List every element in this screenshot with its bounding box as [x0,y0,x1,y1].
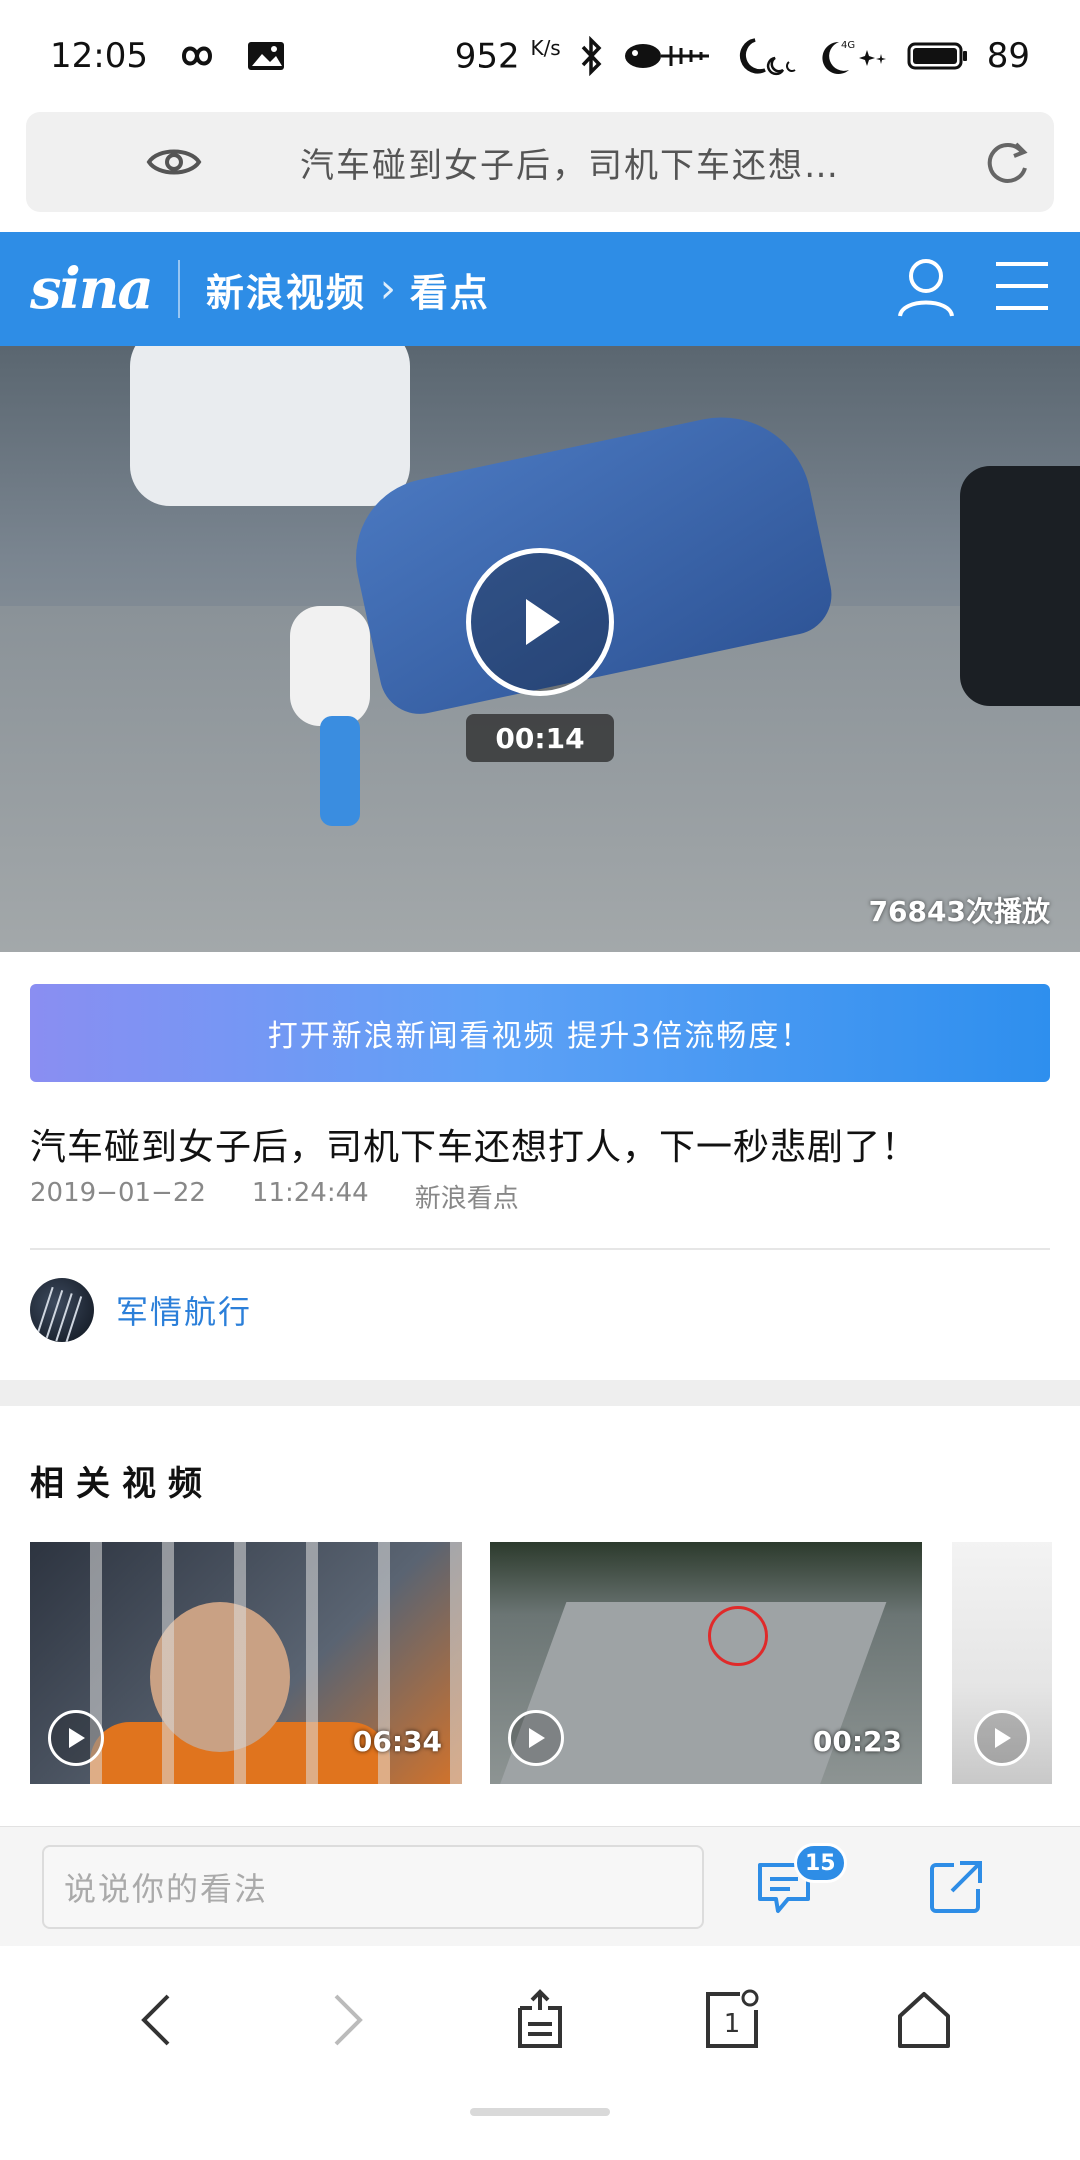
comment-count-badge: 15 [794,1843,847,1883]
play-icon[interactable] [508,1710,564,1766]
share-icon[interactable] [926,1857,986,1921]
play-count: 76843次播放 [868,895,1050,928]
article-source[interactable]: 新浪看点 [415,1178,519,1215]
svg-text:1: 1 [724,2009,741,2039]
user-icon[interactable] [894,254,958,324]
avatar[interactable] [30,1278,94,1342]
header-divider [177,260,180,318]
article-time: 11:24:44 [251,1178,369,1208]
article-date: 2019−01−22 [30,1178,206,1208]
article-title: 汽车碰到女子后，司机下车还想打人，下一秒悲剧了！ [30,1127,919,1168]
author-row[interactable]: 军情航行 [30,1278,252,1342]
divider [30,1248,1050,1250]
related-video-card[interactable]: 06:34 [30,1542,462,1784]
fish-icon [623,38,713,74]
open-app-banner[interactable]: 打开新浪新闻看视频 提升3倍流畅度！ [30,984,1050,1082]
site-header: sina 新浪视频 › 看点 [0,232,1080,346]
back-icon[interactable] [106,1980,206,2060]
moon-icon [731,36,801,76]
browser-nav: 1 [0,1946,1080,2160]
svg-text:4G: 4G [841,40,855,51]
play-icon[interactable] [974,1710,1030,1766]
related-duration: 06:34 [352,1725,442,1758]
chevron-right-icon: › [379,266,396,312]
tabs-icon[interactable]: 1 [682,1980,782,2060]
infinity-icon [172,41,222,71]
article-meta: 2019−01−22 11:24:44 新浪看点 [30,1178,519,1215]
author-name[interactable]: 军情航行 [116,1287,252,1333]
home-icon[interactable] [874,1980,974,2060]
eye-icon [146,142,202,186]
subsection-title[interactable]: 看点 [410,262,490,317]
url-text[interactable]: 汽车碰到女子后，司机下车还想… [300,138,840,187]
clock: 12:05 [50,36,148,76]
signal-4g-icon: 4G [819,36,889,76]
video-duration: 00:14 [466,714,614,762]
play-icon[interactable] [48,1710,104,1766]
related-video-card[interactable]: 00:23 [490,1542,922,1784]
comment-bar: 说说你的看法 15 [0,1826,1080,1946]
battery-icon [907,40,969,72]
network-speed: 952 K/s [454,35,561,77]
section-separator [0,1380,1080,1406]
forward-icon[interactable] [298,1980,398,2060]
menu-icon[interactable] [994,256,1050,320]
related-video-card[interactable] [952,1542,1052,1784]
video-player[interactable]: 00:14 76843次播放 [0,346,1080,952]
url-bar[interactable]: 汽车碰到女子后，司机下车还想… [26,112,1054,212]
share-tray-icon[interactable] [490,1980,590,2060]
gallery-icon [246,38,286,74]
battery-level: 89 [986,35,1030,76]
sina-logo[interactable]: sina [30,256,154,322]
section-title[interactable]: 新浪视频 [206,262,366,317]
status-bar: 12:05 952 K/s 4G 89 [0,0,1080,112]
home-indicator[interactable] [470,2108,610,2116]
related-duration: 00:23 [812,1725,902,1758]
bluetooth-icon [579,35,605,76]
related-heading: 相关视频 [30,1464,214,1504]
reload-icon[interactable] [982,138,1032,192]
comment-input[interactable]: 说说你的看法 [42,1845,704,1929]
play-button[interactable] [466,548,614,696]
